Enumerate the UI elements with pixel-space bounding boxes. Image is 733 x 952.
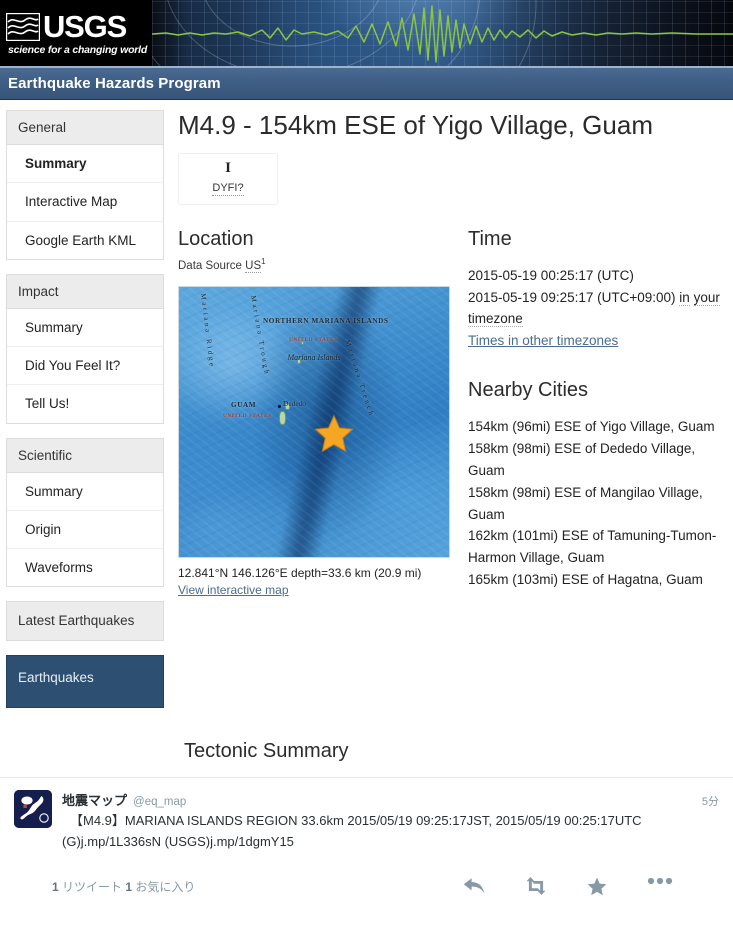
nearby-cities-heading: Nearby Cities [468, 379, 589, 402]
tweet-stats: 1 リツイート 1 お気に入り [52, 878, 195, 895]
nearby-city-item: 158km (98mi) ESE of Dededo Village, Guam [468, 440, 696, 478]
tweet-footer: 1 リツイート 1 お気に入り [0, 861, 733, 910]
dyfi-badge[interactable]: I DYFI? [178, 152, 278, 205]
tweet-text-line-2[interactable]: (G)j.mp/1L336sN (USGS)j.mp/1dgmY15 [62, 832, 719, 851]
sidebar-item-google-earth-kml[interactable]: Google Earth KML [7, 222, 163, 259]
tweet-display-name[interactable]: 地震マップ [62, 790, 127, 809]
nearby-city-item: 165km (103mi) ESE of Hagatna, Guam [468, 572, 703, 588]
sidebar-item-latest-earthquakes[interactable]: Latest Earthquakes [6, 601, 164, 641]
seismogram-waveform-icon [152, 0, 733, 68]
tweet-timestamp[interactable]: 5分 [702, 793, 719, 809]
map-label-mariana-islands: Mariana Islands [287, 352, 341, 362]
tweet-body: 地震マップ @eq_map 5分 【M4.9】MARIANA ISLANDS R… [62, 790, 719, 851]
tweet-text-line-1: 【M4.9】MARIANA ISLANDS REGION 33.6km 2015… [62, 811, 719, 830]
data-source-prefix: Data Source [178, 259, 242, 272]
time-local: 2015-05-19 09:25:17 (UTC+09:00) in your … [468, 287, 727, 331]
data-source-footnote: 1 [261, 256, 266, 266]
time-heading: Time [468, 227, 512, 250]
map-caption: 12.841°N 146.126°E depth=33.6 km (20.9 m… [178, 565, 422, 580]
map-label-dededo: Dededo [283, 398, 306, 408]
sidebar-item-origin[interactable]: Origin [7, 511, 163, 550]
time-local-suffix-in[interactable]: in [679, 289, 690, 306]
dyfi-intensity-value: I [225, 160, 231, 177]
nav-group-impact: Impact Summary Did You Feel It? Tell Us! [6, 273, 164, 424]
tweet-header: 地震マップ @eq_map 5分 [62, 790, 719, 809]
nearby-city-item: 162km (101mi) ESE of Tamuning-Tumon-Harm… [468, 528, 717, 566]
data-source-value[interactable]: US [245, 259, 262, 273]
retweet-count: 1 [52, 880, 59, 895]
sidebar-item-general-summary[interactable]: Summary [7, 145, 163, 184]
reply-icon[interactable] [463, 877, 485, 896]
sidebar: General Summary Interactive Map Google E… [0, 110, 170, 718]
content-columns: Location Data Source US1 NORTHERN MARIAN… [178, 227, 727, 600]
page-title: M4.9 - 154km ESE of Yigo Village, Guam [178, 110, 653, 140]
more-ellipsis-icon[interactable] [647, 877, 673, 896]
time-utc: 2015-05-19 00:25:17 (UTC) [468, 267, 634, 283]
nav-group-general: General Summary Interactive Map Google E… [6, 110, 164, 260]
main-content: M4.9 - 154km ESE of Yigo Village, Guam I… [170, 110, 733, 718]
map-label-guam-united-states: UNITED STATES [223, 412, 272, 419]
tectonic-summary-section: Tectonic Summary [176, 740, 733, 777]
favorite-label: お気に入り [135, 880, 196, 895]
nearby-city-item: 158km (98mi) ESE of Mangilao Village, Gu… [468, 484, 703, 522]
sidebar-item-interactive-map[interactable]: Interactive Map [7, 183, 163, 222]
usgs-wave-icon [6, 13, 40, 41]
time-column: Time 2015-05-19 00:25:17 (UTC) 2015-05-1… [468, 227, 727, 600]
times-other-timezones-link[interactable]: Times in other timezones [468, 330, 618, 352]
tweet-actions [463, 877, 719, 896]
sidebar-item-did-you-feel-it[interactable]: Did You Feel It? [7, 347, 163, 386]
tweet-card[interactable]: 地震マップ @eq_map 5分 【M4.9】MARIANA ISLANDS R… [0, 776, 733, 861]
sidebar-item-scientific-summary[interactable]: Summary [7, 473, 163, 511]
map-label-nmi-united-states: UNITED STATES [289, 336, 338, 343]
usgs-logo[interactable]: USGS science for a changing world [0, 0, 152, 68]
nearby-city-item: 154km (96mi) ESE of Yigo Village, Guam [468, 419, 715, 435]
epicenter-star-icon [314, 414, 354, 452]
usgs-tagline: science for a changing world [8, 44, 148, 56]
time-local-value: 2015-05-19 09:25:17 (UTC+09:00) [468, 289, 676, 305]
favorite-count: 1 [125, 880, 133, 895]
retweet-label: リツイート [62, 880, 123, 895]
seismogram-banner-image [152, 0, 733, 68]
sidebar-item-tell-us[interactable]: Tell Us! [7, 385, 163, 422]
program-title: Earthquake Hazards Program [8, 75, 221, 92]
map-island-shape [279, 410, 286, 425]
map-city-dot-dededo [278, 404, 281, 408]
location-column: Location Data Source US1 NORTHERN MARIAN… [178, 227, 450, 600]
map-label-guam: GUAM [231, 400, 257, 409]
usgs-wordmark: USGS [43, 9, 127, 44]
tectonic-summary-heading: Tectonic Summary [184, 739, 349, 762]
dyfi-label: DYFI? [212, 182, 244, 197]
program-title-bar: Earthquake Hazards Program [0, 68, 733, 100]
sidebar-item-impact-summary[interactable]: Summary [7, 309, 163, 348]
retweet-icon[interactable] [525, 877, 547, 896]
map-label-northern-mariana-islands: NORTHERN MARIANA ISLANDS [263, 316, 389, 325]
tweet-handle[interactable]: @eq_map [133, 796, 186, 808]
nav-header-scientific: Scientific [7, 438, 163, 473]
location-heading: Location [178, 227, 254, 250]
view-interactive-map-link[interactable]: View interactive map [178, 583, 289, 597]
nav-group-scientific: Scientific Summary Origin Waveforms [6, 437, 164, 588]
location-map[interactable]: NORTHERN MARIANA ISLANDS UNITED STATES M… [178, 285, 450, 558]
page-body: General Summary Interactive Map Google E… [0, 100, 733, 718]
tweet-text-primary: 【M4.9】MARIANA ISLANDS REGION 33.6km 2015… [70, 812, 642, 828]
data-source-line: Data Source US1 [178, 256, 450, 273]
nav-header-general: General [7, 111, 163, 145]
nav-header-impact: Impact [7, 274, 163, 309]
sidebar-item-earthquakes-cta[interactable]: Earthquakes [6, 654, 164, 708]
sidebar-item-waveforms[interactable]: Waveforms [7, 549, 163, 586]
favorite-star-icon[interactable] [587, 877, 607, 896]
usgs-banner: USGS science for a changing world [0, 0, 733, 68]
banner-bottom-edge [0, 66, 733, 68]
japan-map-avatar-icon[interactable] [14, 789, 52, 828]
